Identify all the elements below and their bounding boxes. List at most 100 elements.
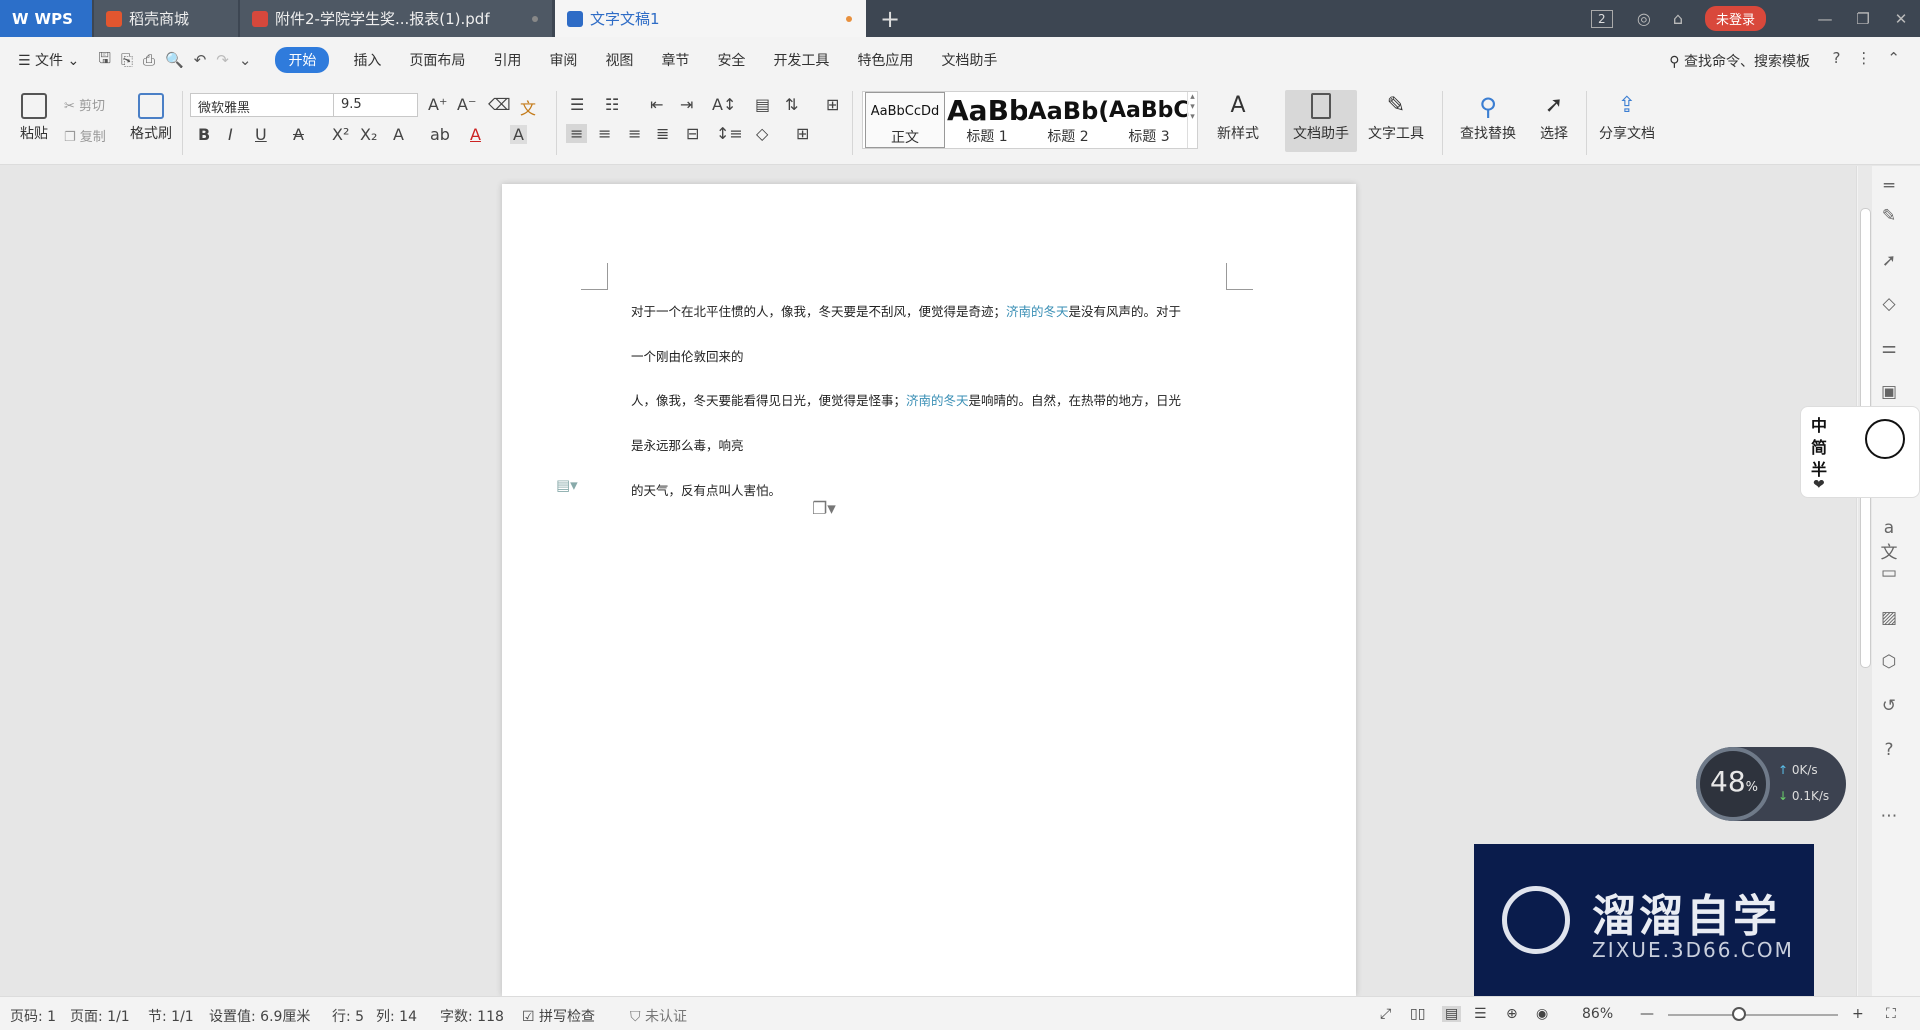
menu-review[interactable]: 审阅 [549, 50, 577, 70]
pinyin-icon[interactable]: 文 [520, 95, 536, 119]
tab-wps[interactable]: W WPS [0, 0, 92, 37]
find-replace-button[interactable]: ⚲ 查找替换 [1452, 93, 1524, 143]
fullscreen-icon[interactable]: ⤢ [1380, 1006, 1391, 1022]
collapse-bar-icon[interactable]: ═ [1877, 176, 1901, 200]
pen-icon[interactable]: ✎ [1877, 206, 1901, 230]
cert-status[interactable]: ⛉ 未认证 [630, 1006, 687, 1026]
web-view-icon[interactable]: ⊕ [1506, 1006, 1518, 1022]
highlight-icon[interactable]: ab [430, 125, 450, 144]
maximize-icon[interactable]: ❐ [1844, 10, 1882, 28]
preview-icon[interactable]: 🔍 [165, 51, 184, 69]
select-button[interactable]: ➚ 选择 [1532, 93, 1576, 143]
close-icon[interactable]: ✕ [1882, 10, 1920, 28]
align-center-icon[interactable]: ≡ [598, 124, 611, 143]
menu-chapter[interactable]: 章节 [661, 50, 689, 70]
paste-options-icon[interactable]: ❐▾ [812, 499, 836, 519]
style-heading2[interactable]: AaBb(标题 2 [1028, 92, 1108, 148]
fit-page-icon[interactable]: ⛶ [1886, 1006, 1896, 1022]
chinese-layout-icon[interactable]: ▤ [755, 95, 770, 114]
text-effect-icon[interactable]: A [393, 125, 404, 144]
doc-assistant-button[interactable]: 文档助手 [1287, 93, 1355, 143]
status-row[interactable]: 行: 5 [332, 1006, 364, 1026]
history-icon[interactable]: ↺ [1877, 696, 1901, 720]
style-normal[interactable]: AaBbCcDd 正文 [865, 92, 945, 148]
collapse-icon[interactable]: ⌃ [1887, 49, 1900, 67]
network-gauge[interactable]: 48% ↑ 0K/s ↓ 0.1K/s [1696, 747, 1846, 821]
indent-icon[interactable]: ⇥ [680, 95, 693, 114]
cut-button[interactable]: ✂ 剪切 [64, 95, 105, 114]
paragraph-line[interactable]: 人，像我，冬天要能看得见日光，便觉得是怪事；济南的冬天是响晴的。自然，在热带的地… [631, 390, 1181, 409]
style-heading1[interactable]: AaBb 标题 1 [947, 92, 1027, 148]
align-right-icon[interactable]: ≡ [628, 124, 641, 143]
help-icon[interactable]: ? [1832, 49, 1840, 67]
bold-icon[interactable]: B [198, 125, 210, 144]
menu-security[interactable]: 安全 [717, 50, 745, 70]
backup-icon[interactable]: ⬡ [1877, 652, 1901, 676]
grow-font-icon[interactable]: A⁺ [428, 95, 447, 114]
paragraph-line[interactable]: 一个刚由伦敦回来的 [631, 346, 744, 365]
paragraph-spacing-icon[interactable]: ↕≡ [716, 124, 743, 143]
justify-icon[interactable]: ≣ [656, 124, 669, 143]
outline-view-icon[interactable]: ☰ [1474, 1006, 1487, 1022]
menu-layout[interactable]: 页面布局 [409, 50, 465, 70]
superscript-icon[interactable]: X² [332, 125, 349, 144]
minimize-icon[interactable]: — [1806, 10, 1844, 28]
read-mode-icon[interactable]: ▯▯ [1410, 1006, 1425, 1022]
text-link[interactable]: 济南的冬天 [906, 393, 969, 408]
share-button[interactable]: ⇪ 分享文档 [1596, 93, 1658, 143]
paste-button[interactable]: 粘贴 [12, 93, 56, 143]
skin-icon[interactable]: ◎ [1637, 9, 1651, 28]
zoom-handle[interactable] [1732, 1007, 1746, 1021]
print-icon[interactable]: ⎙ [143, 51, 155, 69]
zoom-slider[interactable] [1668, 1014, 1838, 1016]
tab-document[interactable]: 文字文稿1 [555, 0, 866, 37]
translate-icon[interactable]: a文 [1877, 518, 1901, 563]
subscript-icon[interactable]: X₂ [360, 125, 377, 144]
shapes-icon[interactable]: ◇ [1877, 294, 1901, 318]
status-page-no[interactable]: 页码: 1 [10, 1006, 56, 1026]
eraser-icon[interactable]: ⌫ [488, 95, 511, 114]
underline-icon[interactable]: U [255, 125, 267, 144]
image-icon[interactable]: ▨ [1877, 608, 1901, 632]
redo-icon[interactable]: ↷ [216, 51, 229, 69]
text-direction-icon[interactable]: A↕ [712, 95, 736, 114]
tab-pdf[interactable]: 附件2-学院学生奖...报表(1).pdf [240, 0, 552, 37]
tab-store[interactable]: 稻壳商城 [94, 0, 238, 37]
settings-sliders-icon[interactable]: ⚌ [1877, 338, 1901, 362]
tab-close-dot[interactable] [532, 16, 538, 22]
window-count-badge[interactable]: 2 [1590, 9, 1613, 28]
style-scroll[interactable]: ▴ ▾ ▾ [1187, 92, 1197, 148]
shirt-icon[interactable]: ⌂ [1673, 9, 1683, 28]
paragraph-line[interactable]: 是永远那么毒，响亮 [631, 435, 744, 454]
text-tools-button[interactable]: ✎ 文字工具 [1360, 93, 1432, 143]
table-border-icon[interactable]: ⊞ [826, 95, 839, 114]
login-button[interactable]: 未登录 [1704, 6, 1766, 31]
status-words[interactable]: 字数: 118 [440, 1006, 504, 1026]
file-menu[interactable]: ☰ 文件 ⌄ [18, 50, 79, 70]
menu-doc-assistant[interactable]: 文档助手 [941, 50, 997, 70]
style-heading3[interactable]: AaBbC 标题 3 [1109, 92, 1189, 148]
help-circle-icon[interactable]: ? [1877, 740, 1901, 764]
align-left-icon[interactable]: ≡ [566, 124, 588, 143]
pointer-icon[interactable]: ➚ [1877, 251, 1901, 275]
menu-reference[interactable]: 引用 [493, 50, 521, 70]
output-icon[interactable]: ⎘ [121, 51, 133, 69]
menu-developer[interactable]: 开发工具 [773, 50, 829, 70]
new-style-button[interactable]: A 新样式 [1208, 93, 1268, 143]
char-shading-icon[interactable]: A [510, 125, 527, 144]
font-size-select[interactable]: 9.5 [333, 93, 418, 117]
eye-protect-icon[interactable]: ◉ [1536, 1006, 1548, 1022]
bullet-list-icon[interactable]: ☰ [570, 95, 584, 114]
status-setting[interactable]: 设置值: 6.9厘米 [209, 1006, 310, 1026]
sticker-widget[interactable]: 中简半 ❤ [1800, 406, 1920, 498]
menu-features[interactable]: 特色应用 [857, 50, 913, 70]
paragraph-menu-icon[interactable]: ▤▾ [556, 476, 578, 494]
unsaved-dot[interactable] [846, 16, 852, 22]
document-page[interactable]: 对于一个在北平住惯的人，像我，冬天要是不刮风，便觉得是奇迹；济南的冬天是没有风声… [502, 184, 1356, 996]
strikethrough-icon[interactable]: A [293, 125, 304, 144]
archive-icon[interactable]: ▭ [1877, 563, 1901, 587]
command-search[interactable]: ⚲ 查找命令、搜索模板 [1669, 51, 1810, 71]
text-link[interactable]: 济南的冬天 [1006, 304, 1069, 319]
line-spacing-icon[interactable]: ⇅ [785, 95, 798, 114]
zoom-out-icon[interactable]: — [1640, 1006, 1654, 1022]
